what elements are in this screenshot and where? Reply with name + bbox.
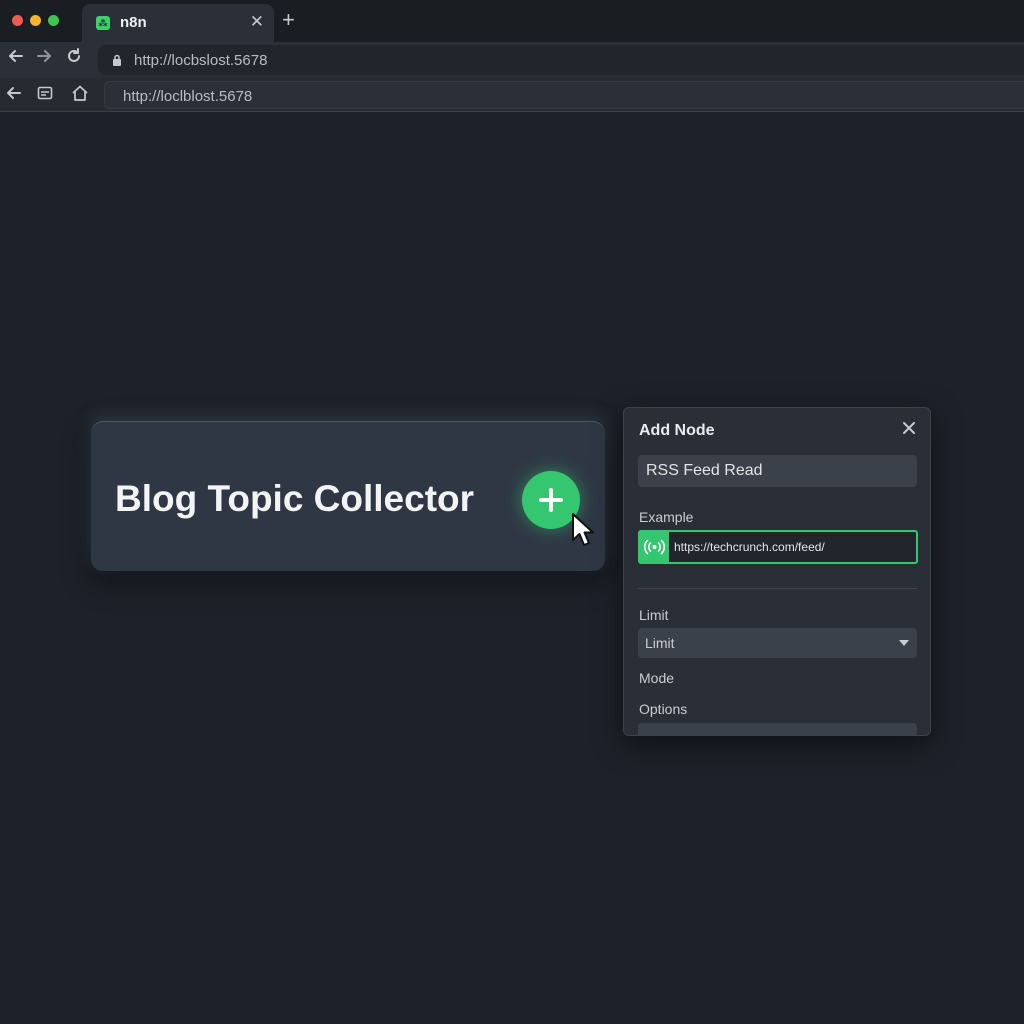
minimize-window-button[interactable]: [30, 15, 41, 26]
panel-title: Add Node: [639, 422, 715, 439]
tabs-icon[interactable]: [37, 85, 53, 106]
panel-divider: [638, 588, 917, 589]
close-window-button[interactable]: [12, 15, 23, 26]
mouse-cursor-icon: [571, 512, 597, 553]
home-icon[interactable]: [71, 84, 89, 107]
browser-tab-bar: ⁂ n8n ✕ +: [0, 0, 1024, 42]
node-search-input[interactable]: RSS Feed Read: [638, 455, 917, 487]
address-bar-url: http://locbslost.5678: [134, 52, 268, 69]
feed-url-value: https://techcrunch.com/feed/: [674, 540, 825, 554]
tab-title: n8n: [120, 14, 147, 31]
secondary-nav-bar: http://loclblost.5678: [0, 78, 1024, 112]
n8n-icon: ⁂: [96, 16, 110, 30]
limit-select[interactable]: Limit: [638, 628, 917, 658]
close-icon[interactable]: [902, 421, 916, 440]
options-label: Options: [639, 701, 688, 717]
forward-icon[interactable]: [36, 48, 52, 69]
example-label: Example: [639, 509, 694, 525]
options-input[interactable]: [638, 723, 917, 735]
browser-tab[interactable]: ⁂ n8n ✕: [82, 4, 274, 42]
maximize-window-button[interactable]: [48, 15, 59, 26]
rss-feed-icon: [640, 532, 669, 562]
limit-label: Limit: [639, 607, 669, 623]
page: ⁂ n8n ✕ + http://locbslost.5678 http://l…: [0, 0, 1024, 1024]
back-icon[interactable]: [6, 85, 22, 106]
workflow-node-card[interactable]: Blog Topic Collector: [91, 421, 605, 571]
node-search-value: RSS Feed Read: [646, 462, 763, 479]
secondary-address-bar[interactable]: http://loclblost.5678: [104, 81, 1024, 109]
reload-icon[interactable]: [66, 48, 82, 69]
new-tab-icon[interactable]: +: [282, 7, 295, 33]
secondary-address-url: http://loclblost.5678: [123, 88, 253, 105]
address-bar[interactable]: http://locbslost.5678: [98, 45, 1024, 75]
add-node-panel: Add Node RSS Feed Read Example https://t…: [623, 407, 931, 736]
mode-label: Mode: [639, 670, 675, 686]
chevron-down-icon: [899, 640, 909, 646]
feed-url-input[interactable]: https://techcrunch.com/feed/: [638, 530, 918, 564]
lock-icon: [112, 53, 122, 71]
tab-close-icon[interactable]: ✕: [250, 12, 264, 32]
limit-select-value: Limit: [645, 635, 675, 651]
browser-nav-bar: http://locbslost.5678: [0, 42, 1024, 78]
node-title: Blog Topic Collector: [115, 478, 475, 519]
back-icon[interactable]: [8, 48, 24, 69]
